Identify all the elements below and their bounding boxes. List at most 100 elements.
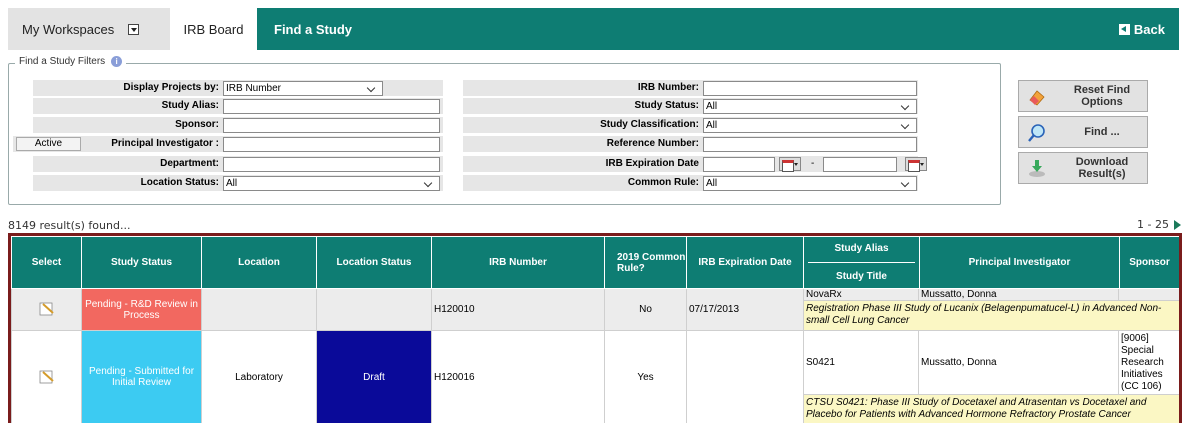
study-classification-select[interactable]: All [703,118,917,133]
location-cell [201,288,317,331]
filters-legend: Find a Study Filters i [15,56,127,67]
calendar-from-icon[interactable] [779,157,801,172]
filter-row-reference-number: Reference Number: [463,136,918,152]
irb-expiration-cell: 07/17/2013 [686,288,804,331]
study-status-value: All [706,101,718,112]
irb-expiration-from-input[interactable] [703,157,775,172]
sponsor-label: Sponsor: [175,119,219,130]
active-button[interactable]: Active [16,137,81,151]
tab-irb-board-label: IRB Board [183,21,244,37]
header-divider [808,262,915,263]
download-results-button[interactable]: Download Result(s) [1018,152,1148,184]
filter-row-location-status: Location Status: All [33,175,443,191]
col-common-rule[interactable]: 2019 Common Rule? [604,236,687,289]
tab-my-workspaces-label: My Workspaces [22,21,115,37]
pi-input[interactable] [223,137,440,152]
location-status-value: All [226,178,238,189]
common-rule-value: All [706,178,718,189]
study-status-select[interactable]: All [703,99,917,114]
col-location[interactable]: Location [201,236,317,289]
sponsor-cell: [9006] Special Research Initiatives (CC … [1119,331,1179,395]
display-projects-by-label: Display Projects by: [123,82,219,93]
irb-number-input[interactable] [703,81,917,96]
filter-row-department: Department: [33,156,443,172]
study-classification-value: All [706,120,718,131]
filter-row-common-rule: Common Rule: All [463,175,918,191]
table-row[interactable]: Pending - Submitted for Initial Review L… [11,330,1179,423]
filters-legend-text: Find a Study Filters [19,56,106,67]
col-irb-expiration[interactable]: IRB Expiration Date [686,236,804,289]
pi-label: Principal Investigator : [111,138,219,149]
location-status-cell: Draft [316,330,432,423]
irb-number-cell: H120010 [431,288,605,331]
results-count: 8149 result(s) found... [8,219,131,232]
study-status-label: Study Status: [634,100,699,111]
department-input[interactable] [223,157,440,172]
select-cell[interactable] [11,330,82,423]
irb-number-cell: H120016 [431,330,605,423]
col-study-status[interactable]: Study Status [81,236,202,289]
common-rule-cell: Yes [604,330,687,423]
results-table: Select Study Status Location Location St… [11,236,1179,423]
edit-icon[interactable] [39,300,55,316]
col-irb-number[interactable]: IRB Number [431,236,605,289]
irb-expiration-cell [686,330,804,423]
next-page-icon[interactable] [1174,219,1181,230]
reference-number-label: Reference Number: [606,138,699,149]
table-row[interactable]: Pending - R&D Review in Process H120010 … [11,288,1179,331]
common-rule-cell: No [604,288,687,331]
filter-row-pi: Active Principal Investigator : [13,136,443,152]
study-title-cell: Registration Phase III Study of Lucanix … [804,301,1179,330]
tab-find-a-study[interactable]: Find a Study [274,8,352,50]
eraser-icon [1029,90,1045,106]
filter-row-study-alias: Study Alias: [33,98,443,114]
tab-find-a-study-label: Find a Study [274,21,352,37]
edit-icon[interactable] [39,368,55,384]
top-nav-bar: My Workspaces IRB Board Find a Study Bac… [8,8,1179,50]
study-classification-label: Study Classification: [600,119,699,130]
location-status-select[interactable]: All [223,176,440,191]
study-alias-label: Study Alias: [161,100,219,111]
common-rule-label: Common Rule: [627,177,699,188]
col-sponsor[interactable]: Sponsor [1119,236,1179,289]
pager: 1 - 25 [1137,218,1181,231]
results-grid: Select Study Status Location Location St… [8,233,1182,423]
reset-find-options-button[interactable]: Reset Find Options [1018,80,1148,112]
alias-title-cell: NovaRx Mussatto, Donna Registration Phas… [803,288,1179,331]
info-icon[interactable]: i [111,56,123,67]
irb-expiration-to-input[interactable] [823,157,897,172]
display-projects-by-select[interactable]: IRB Number [223,81,383,96]
department-label: Department: [160,158,219,169]
page-range: 1 - 25 [1137,218,1169,231]
filter-row-study-status: Study Status: All [463,98,918,114]
back-button[interactable]: Back [1118,8,1165,50]
download-icon [1029,160,1045,177]
filter-row-irb-number: IRB Number: [463,80,918,96]
tab-irb-board[interactable]: IRB Board [170,8,257,50]
col-principal-investigator[interactable]: Principal Investigator [919,236,1120,289]
select-cell[interactable] [11,288,82,331]
col-location-status[interactable]: Location Status [316,236,432,289]
pi-cell: Mussatto, Donna [919,331,1119,395]
study-alias-cell: S0421 [804,331,919,395]
study-alias-cell: NovaRx [804,289,919,301]
study-status-cell: Pending - Submitted for Initial Review [81,330,202,423]
study-alias-input[interactable] [223,99,440,114]
col-select: Select [11,236,82,289]
location-cell: Laboratory [201,330,317,423]
tab-my-workspaces[interactable]: My Workspaces [8,8,170,50]
filter-row-sponsor: Sponsor: [33,117,443,133]
reset-label: Reset Find Options [1073,84,1131,108]
sponsor-input[interactable] [223,118,440,133]
calendar-to-icon[interactable] [905,157,927,172]
col-study-alias[interactable]: Study Alias [804,237,919,254]
workspaces-dropdown-icon[interactable] [128,23,140,35]
magnifier-icon [1028,124,1045,142]
common-rule-select[interactable]: All [703,176,917,191]
reference-number-input[interactable] [703,137,917,152]
find-button[interactable]: Find ... [1018,116,1148,148]
filter-row-irb-expiration: IRB Expiration Date - [463,156,927,172]
col-study-title[interactable]: Study Title [804,271,919,288]
sponsor-cell [1119,289,1179,301]
irb-number-label: IRB Number: [637,82,699,93]
